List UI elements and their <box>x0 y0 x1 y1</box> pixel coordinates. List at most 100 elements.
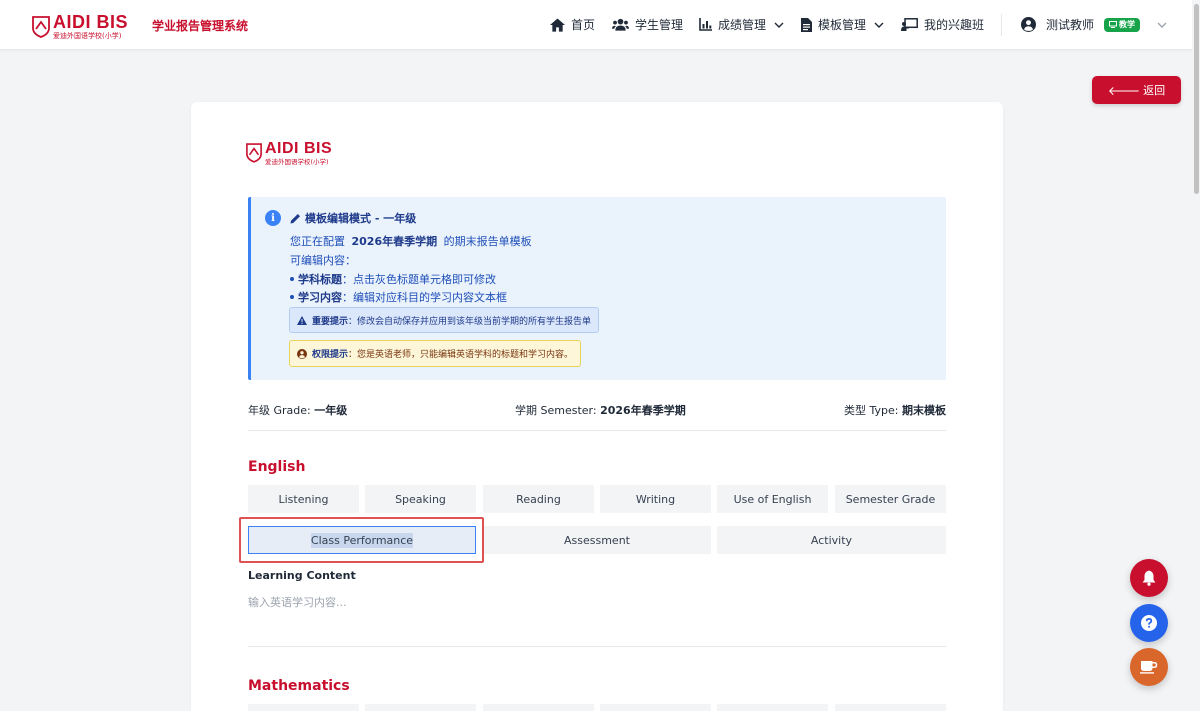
role-badge-label: 教学 <box>1119 20 1136 29</box>
warning-icon <box>297 315 307 325</box>
top-navbar: AIDI BIS 爱迪外国语学校(小学) 学业报告管理系统 首页 学生管理 成绩… <box>0 0 1200 50</box>
monitor-icon <box>1109 21 1118 28</box>
english-section-title: English <box>248 459 306 475</box>
system-title: 学业报告管理系统 <box>152 19 249 33</box>
bullet-label: 学习内容 <box>298 291 342 304</box>
learning-content-input[interactable] <box>248 592 946 612</box>
subject-title-cell[interactable]: Listening <box>248 485 359 513</box>
permission-notice: 权限提示 ：您是英语老师，只能编辑英语学科的标题和学习内容。 <box>289 340 582 367</box>
file-icon <box>801 17 812 32</box>
user-menu[interactable]: 测试教师 教学 <box>1021 16 1167 33</box>
logo-subtext: 爱迪外国语学校(小学) <box>265 158 329 166</box>
edit-mode-notice: i 模板编辑模式 - 一年级 您正在配置 2026年春季学期 的期末报告单模板 … <box>248 197 946 380</box>
teacher-board-icon <box>901 18 918 31</box>
chevron-down-icon <box>874 22 884 28</box>
nav-grades[interactable]: 成绩管理 <box>699 16 784 33</box>
page-scrollbar[interactable] <box>1192 0 1200 711</box>
semester-value: 2026年春季学期 <box>600 404 686 417</box>
coffee-cup-icon <box>1140 661 1158 674</box>
nav-interest-class-label: 我的兴趣班 <box>924 18 985 32</box>
type-value: 期末模板 <box>902 404 946 417</box>
permission-label: 权限提示 <box>312 350 349 360</box>
bullet-text: ：点击灰色标题单元格即可修改 <box>342 273 496 286</box>
subject-title-cell[interactable]: Assessment <box>483 526 711 554</box>
grade-info: 年级 Grade: 一年级 <box>248 402 347 418</box>
chart-icon <box>699 18 712 31</box>
nav-templates-label: 模板管理 <box>818 18 867 32</box>
divider <box>248 430 946 431</box>
notice-title: 模板编辑模式 - 一年级 <box>290 210 416 226</box>
subject-title-cell[interactable]: Activity <box>717 526 946 554</box>
nav-students-label: 学生管理 <box>635 18 684 32</box>
divider <box>248 646 946 647</box>
notice-title-text: 模板编辑模式 - 一年级 <box>305 212 417 225</box>
subject-title-cell[interactable]: Semester Grade <box>835 485 946 513</box>
subject-title-cell[interactable]: Speaking <box>365 485 476 513</box>
subject-title-cell[interactable] <box>835 704 946 711</box>
brand-logo[interactable]: AIDI BIS 爱迪外国语学校(小学) <box>32 13 128 40</box>
pencil-icon <box>290 213 300 223</box>
type-info: 类型 Type: 期末模板 <box>844 402 946 418</box>
important-label: 重要提示 <box>312 316 349 327</box>
scrollbar-thumb[interactable] <box>1194 4 1199 194</box>
selected-text: Class Performance <box>310 532 414 548</box>
subject-title-cell[interactable] <box>600 704 711 711</box>
class-performance-cell-editing[interactable]: Class Performance <box>248 526 476 554</box>
type-label: 类型 Type: <box>844 404 899 417</box>
user-name: 测试教师 <box>1046 18 1095 32</box>
shield-logo-icon <box>246 143 262 163</box>
nav-interest-class[interactable]: 我的兴趣班 <box>901 16 984 33</box>
bullet-label: 学科标题 <box>298 273 342 286</box>
semester-label: 学期 Semester: <box>515 404 597 417</box>
learning-content-label: Learning Content <box>248 569 356 582</box>
nav-templates[interactable]: 模板管理 <box>801 16 884 33</box>
editable-heading: 可编辑内容： <box>290 254 356 267</box>
nav-grades-label: 成绩管理 <box>718 18 767 32</box>
subject-title-cell[interactable] <box>365 704 476 711</box>
logo-subtext: 爱迪外国语学校(小学) <box>53 32 122 40</box>
arrow-left-icon: 🡐 <box>1107 83 1141 98</box>
coffee-button[interactable] <box>1130 648 1168 686</box>
back-button[interactable]: 🡐 返回 <box>1092 76 1181 104</box>
grade-label: 年级 Grade: <box>248 404 311 417</box>
important-notice: 重要提示 ：修改会自动保存并应用到该年级当前学期的所有学生报告单 <box>289 307 600 333</box>
users-icon <box>612 18 629 31</box>
bullet-learning-content: 学习内容：编辑对应科目的学习内容文本框 <box>290 289 507 305</box>
subject-title-cell[interactable] <box>483 704 594 711</box>
bell-icon <box>1142 570 1156 586</box>
info-icon: i <box>265 210 281 226</box>
nav-home[interactable]: 首页 <box>550 16 595 33</box>
notifications-button[interactable] <box>1130 559 1168 597</box>
config-prefix: 您正在配置 <box>290 235 345 248</box>
logo-text: AIDI BIS <box>53 12 129 32</box>
bullet-subject-title: 学科标题：点击灰色标题单元格即可修改 <box>290 271 496 287</box>
subject-title-cell[interactable] <box>248 704 359 711</box>
bullet-text: ：编辑对应科目的学习内容文本框 <box>342 291 507 304</box>
help-button[interactable] <box>1130 604 1168 642</box>
notice-config-line: 您正在配置 2026年春季学期 的期末报告单模板 <box>290 233 532 249</box>
nav-divider <box>1001 14 1002 36</box>
permission-text: ：您是英语老师，只能编辑英语学科的标题和学习内容。 <box>348 350 574 360</box>
question-circle-icon <box>1141 615 1157 631</box>
chevron-down-icon <box>1157 22 1167 28</box>
config-semester: 2026年春季学期 <box>351 235 438 248</box>
subject-title-cell[interactable]: Use of English <box>717 485 828 513</box>
user-circle-icon <box>297 348 307 359</box>
logo-text: AIDI BIS <box>265 140 333 157</box>
grade-value: 一年级 <box>314 404 348 417</box>
subject-title-cell[interactable] <box>717 704 828 711</box>
subject-title-cell[interactable]: Reading <box>483 485 594 513</box>
report-template-card: AIDI BIS 爱迪外国语学校(小学) i 模板编辑模式 - 一年级 您正在配… <box>191 102 1003 711</box>
important-text: ：修改会自动保存并应用到该年级当前学期的所有学生报告单 <box>348 316 592 327</box>
config-suffix: 的期末报告单模板 <box>443 235 532 248</box>
subject-title-cell[interactable]: Writing <box>600 485 711 513</box>
semester-info: 学期 Semester: 2026年春季学期 <box>515 402 686 418</box>
shield-logo-icon <box>32 15 50 38</box>
mathematics-section-title: Mathematics <box>248 678 350 694</box>
card-logo: AIDI BIS 爱迪外国语学校(小学) <box>246 141 332 166</box>
chevron-down-icon <box>774 22 784 28</box>
home-icon <box>550 17 565 32</box>
role-badge: 教学 <box>1104 17 1141 32</box>
user-circle-icon <box>1021 17 1036 32</box>
nav-students[interactable]: 学生管理 <box>612 16 683 33</box>
